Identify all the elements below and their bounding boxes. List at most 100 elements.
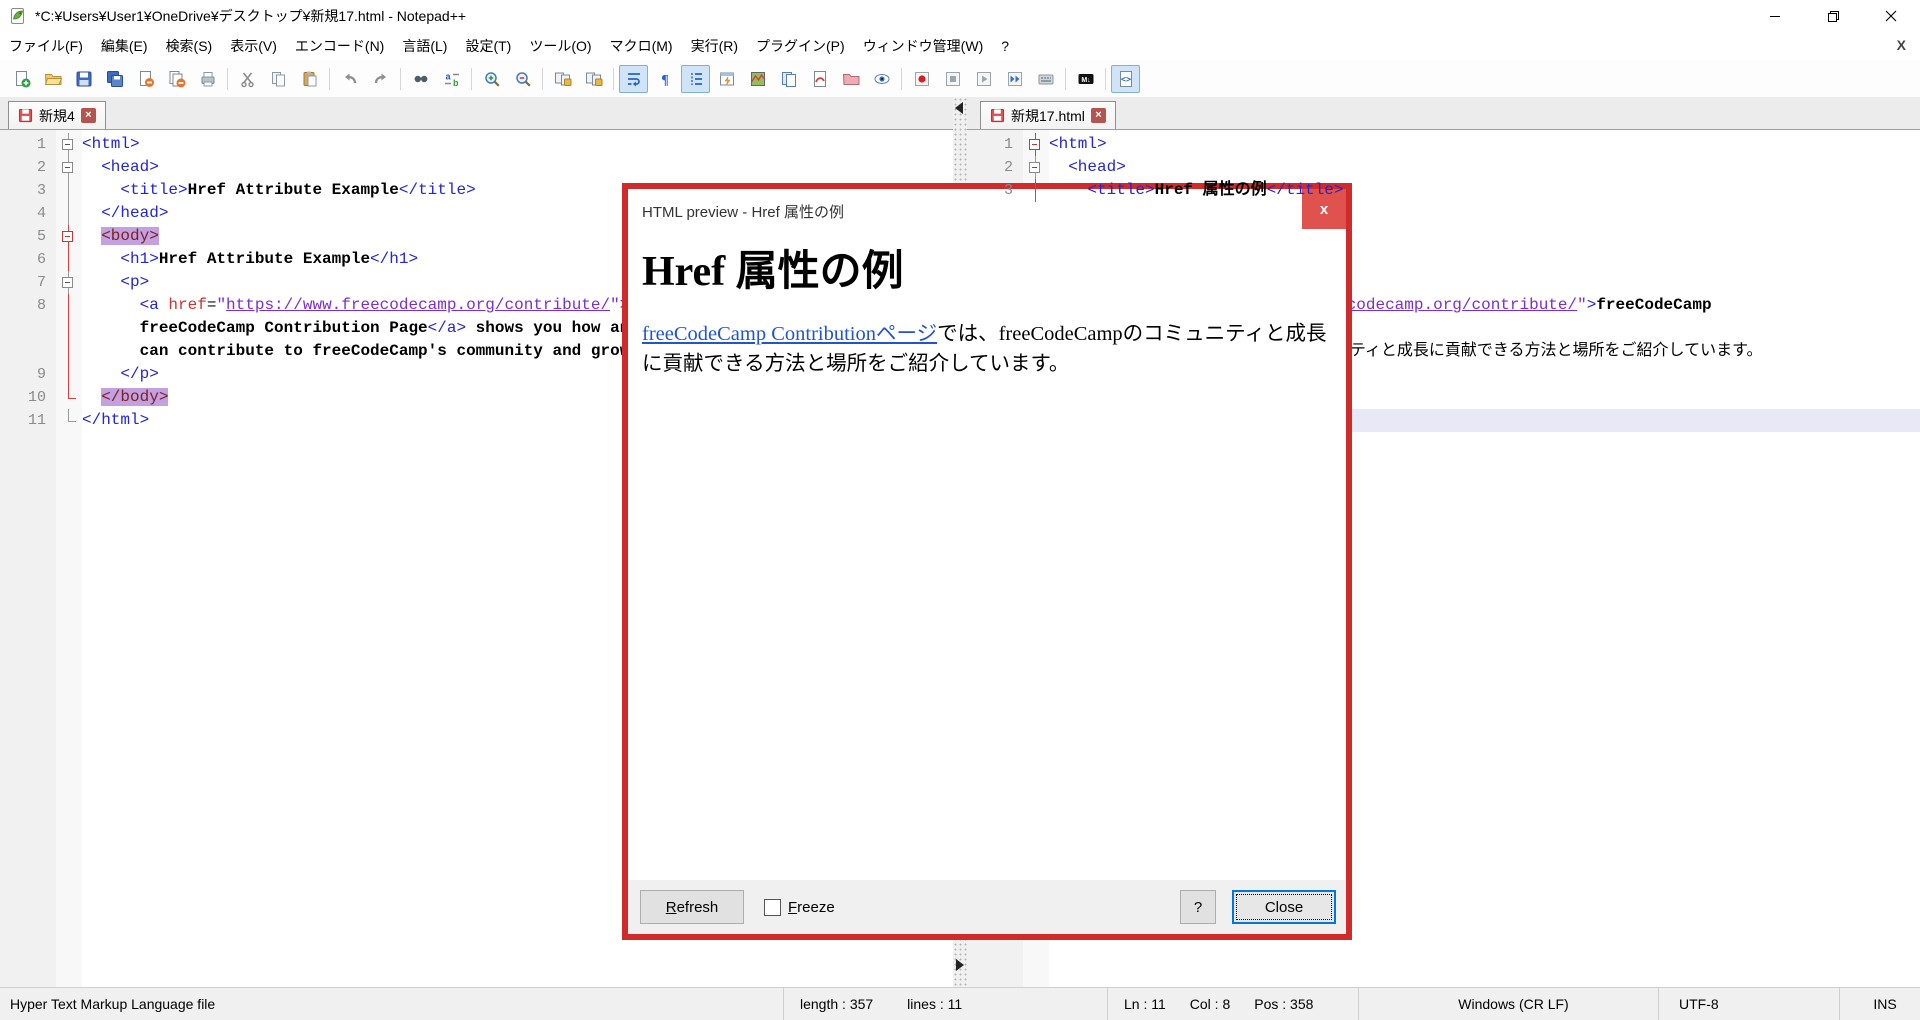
dialog-close-action-button[interactable]: Close xyxy=(1232,890,1336,924)
sync-horizontal-scroll-button[interactable] xyxy=(579,65,608,93)
macro-save-button[interactable] xyxy=(1031,65,1060,93)
replace-button[interactable]: ab xyxy=(437,65,466,93)
line-number: 3 xyxy=(967,179,1023,202)
tab-shinki4[interactable]: 新規4× xyxy=(8,101,106,129)
menu-plugins[interactable]: プラグイン(P) xyxy=(747,32,854,60)
document-switcher-button[interactable] xyxy=(774,65,803,93)
preview-link[interactable]: freeCodeCamp Contributionページ xyxy=(642,323,937,345)
menu-run[interactable]: 実行(R) xyxy=(682,32,747,60)
macro-run-multiple-button[interactable] xyxy=(1000,65,1029,93)
fold-marker[interactable] xyxy=(56,294,82,317)
close-doc-button[interactable] xyxy=(131,65,160,93)
fold-marker[interactable] xyxy=(1023,133,1049,156)
dialog-button-bar: Refresh Freeze ? Close xyxy=(628,880,1346,934)
code-line[interactable]: 2 <head> xyxy=(0,156,953,179)
close-all-docs-button[interactable] xyxy=(162,65,191,93)
code-text[interactable]: <head> xyxy=(1049,156,1920,179)
fold-marker[interactable] xyxy=(56,386,82,409)
line-number: 10 xyxy=(0,386,56,409)
redo-button[interactable] xyxy=(366,65,395,93)
toolbar: ab ¶ M↓ <> xyxy=(0,60,1920,97)
tab-close-button[interactable]: × xyxy=(1091,108,1106,123)
line-number: 5 xyxy=(0,225,56,248)
fold-marker[interactable] xyxy=(56,179,82,202)
zoom-in-button[interactable] xyxy=(477,65,506,93)
menu-macro[interactable]: マクロ(M) xyxy=(601,32,682,60)
save-button[interactable] xyxy=(69,65,98,93)
html-preview-button[interactable]: <> xyxy=(1111,65,1140,93)
show-all-characters-icon: ¶ xyxy=(656,70,674,88)
tab-close-button[interactable]: × xyxy=(81,108,96,123)
minimize-button[interactable] xyxy=(1746,0,1804,32)
code-line[interactable]: 1<html> xyxy=(967,133,1920,156)
fold-marker[interactable] xyxy=(56,133,82,156)
open-folder-button[interactable] xyxy=(38,65,67,93)
file-monitoring-button[interactable] xyxy=(805,65,834,93)
code-text[interactable]: <head> xyxy=(82,156,953,179)
code-line[interactable]: 3 <title>Href 属性の例</title> xyxy=(967,179,1920,202)
menu-file[interactable]: ファイル(F) xyxy=(0,32,92,60)
code-line[interactable]: 1<html> xyxy=(0,133,953,156)
markdown-viewer-button[interactable]: M↓ xyxy=(1071,65,1100,93)
fold-marker[interactable] xyxy=(1023,179,1049,202)
splitter-arrow-right-icon[interactable] xyxy=(956,959,964,971)
menu-view[interactable]: 表示(V) xyxy=(221,32,286,60)
tab-shinki17[interactable]: 新規17.html× xyxy=(980,101,1116,129)
help-button[interactable]: ? xyxy=(1180,890,1216,924)
function-list-button[interactable] xyxy=(712,65,741,93)
view-file-button[interactable] xyxy=(867,65,896,93)
fold-marker[interactable] xyxy=(56,156,82,179)
svg-text:a: a xyxy=(445,71,451,81)
copy-button[interactable] xyxy=(264,65,293,93)
find-button[interactable] xyxy=(406,65,435,93)
close-button[interactable] xyxy=(1862,0,1920,32)
menu-encoding[interactable]: エンコード(N) xyxy=(286,32,393,60)
fold-marker[interactable] xyxy=(56,340,82,363)
menu-tools[interactable]: ツール(O) xyxy=(520,32,600,60)
show-all-characters-button[interactable]: ¶ xyxy=(650,65,679,93)
menu-edit[interactable]: 編集(E) xyxy=(92,32,157,60)
cut-button[interactable] xyxy=(233,65,262,93)
menu-settings[interactable]: 設定(T) xyxy=(456,32,520,60)
splitter-arrow-left-icon[interactable] xyxy=(955,102,963,114)
code-text[interactable]: <html> xyxy=(82,133,953,156)
fold-marker[interactable] xyxy=(56,248,82,271)
macro-run-multiple-icon xyxy=(1006,70,1024,88)
save-all-button[interactable] xyxy=(100,65,129,93)
new-file-button[interactable] xyxy=(7,65,36,93)
fold-marker[interactable] xyxy=(56,409,82,432)
undo-button[interactable] xyxy=(335,65,364,93)
menu-language[interactable]: 言語(L) xyxy=(393,32,456,60)
restore-button[interactable] xyxy=(1804,0,1862,32)
macro-playback-button[interactable] xyxy=(969,65,998,93)
zoom-out-button[interactable] xyxy=(508,65,537,93)
code-text[interactable]: <html> xyxy=(1049,133,1920,156)
macro-stop-button[interactable] xyxy=(938,65,967,93)
print-button[interactable] xyxy=(193,65,222,93)
word-wrap-button[interactable] xyxy=(619,65,648,93)
menu-search[interactable]: 検索(S) xyxy=(157,32,222,60)
toolbar-separator xyxy=(400,68,401,90)
fold-marker[interactable] xyxy=(56,225,82,248)
document-map-button[interactable] xyxy=(743,65,772,93)
fold-marker[interactable] xyxy=(56,202,82,225)
macro-record-button[interactable] xyxy=(907,65,936,93)
sync-horizontal-scroll-icon xyxy=(585,70,603,88)
show-indent-guide-button[interactable] xyxy=(681,65,710,93)
fold-marker[interactable] xyxy=(1023,156,1049,179)
code-line[interactable]: 2 <head> xyxy=(967,156,1920,179)
fold-marker[interactable] xyxy=(56,317,82,340)
word-wrap-icon xyxy=(625,70,643,88)
print-icon xyxy=(199,70,217,88)
menu-help[interactable]: ? xyxy=(992,34,1018,58)
freeze-checkbox[interactable] xyxy=(764,899,781,916)
paste-button[interactable] xyxy=(295,65,324,93)
refresh-button[interactable]: Refresh xyxy=(640,890,744,924)
menubar-close-button[interactable]: X xyxy=(1891,35,1912,55)
code-text[interactable]: <title>Href 属性の例</title> xyxy=(1049,179,1920,202)
fold-marker[interactable] xyxy=(56,363,82,386)
fold-marker[interactable] xyxy=(56,271,82,294)
menu-window[interactable]: ウィンドウ管理(W) xyxy=(854,32,993,60)
folder-as-workspace-button[interactable] xyxy=(836,65,865,93)
sync-vertical-scroll-button[interactable] xyxy=(548,65,577,93)
